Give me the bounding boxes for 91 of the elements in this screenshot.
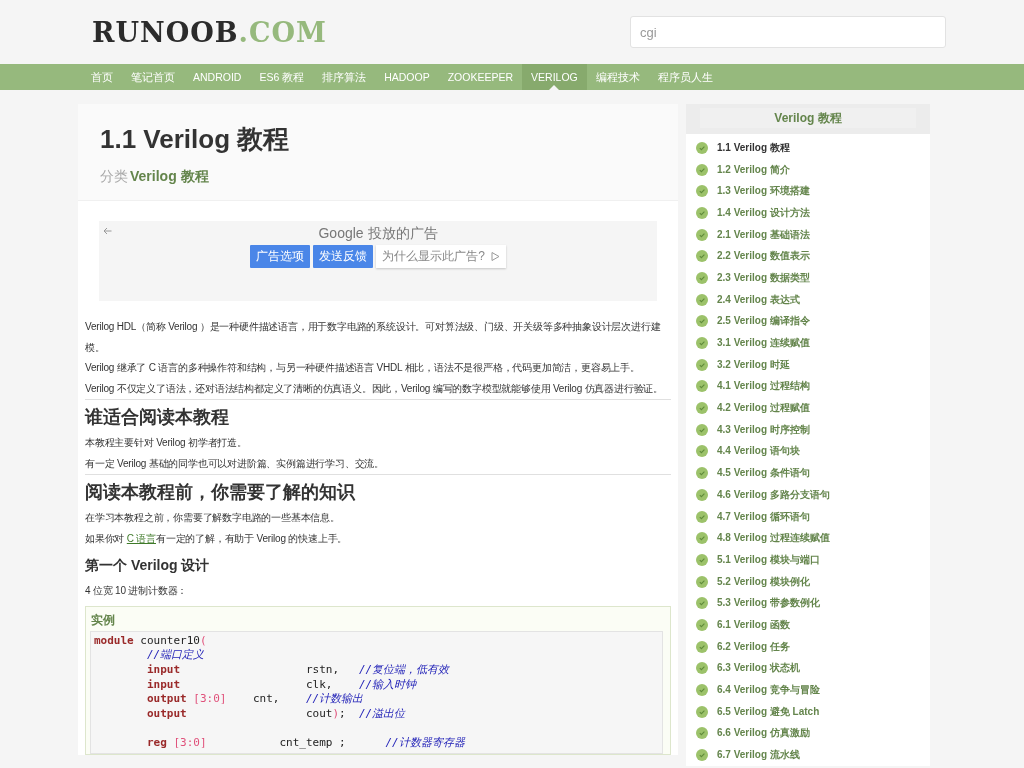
sidebar-link[interactable]: 1.2 Verilog 简介 xyxy=(717,162,790,177)
play-icon xyxy=(490,252,500,261)
check-icon xyxy=(696,358,708,371)
sidebar-link[interactable]: 1.3 Verilog 环境搭建 xyxy=(717,184,810,199)
sidebar-link[interactable]: 4.2 Verilog 过程赋值 xyxy=(717,401,810,416)
sidebar-link[interactable]: 6.2 Verilog 任务 xyxy=(717,639,790,654)
sidebar-link[interactable]: 3.2 Verilog 时延 xyxy=(717,357,790,372)
sidebar-link[interactable]: 6.6 Verilog 仿真激励 xyxy=(717,726,810,741)
check-icon xyxy=(696,185,708,198)
category-label: 分类 xyxy=(100,168,128,186)
check-icon xyxy=(696,228,708,241)
check-icon xyxy=(696,510,708,523)
c-language-link[interactable]: C 语言 xyxy=(126,532,156,544)
search-field[interactable]: cgi xyxy=(630,16,946,48)
paragraph: Verilog 不仅定义了语法，还对语法结构都定义了清晰的仿真语义。因此，Verilog 编写的数字模型就能够使用 Verilog 仿真器进行验证。 xyxy=(85,381,665,396)
example-label: 实例 xyxy=(91,611,116,629)
sidebar-link[interactable]: 2.5 Verilog 编译指令 xyxy=(717,314,810,329)
back-arrow-icon[interactable] xyxy=(103,227,112,235)
check-icon xyxy=(696,727,708,740)
subsection-heading: 第一个 Verilog 设计 xyxy=(85,556,211,575)
check-icon xyxy=(696,206,708,219)
ad-title: Google 投放的广告 xyxy=(318,225,438,241)
code-line: reg [3:0] cnt_temp ; //计数器寄存器 xyxy=(145,736,467,751)
sidebar-link[interactable]: 3.1 Verilog 连续赋值 xyxy=(717,336,810,351)
code-line: output cout); //溢出位 xyxy=(145,706,407,722)
sidebar-link[interactable]: 5.3 Verilog 带参数例化 xyxy=(717,596,820,611)
sidebar-link[interactable]: 6.7 Verilog 流水线 xyxy=(717,748,800,763)
sidebar-link[interactable]: 5.2 Verilog 模块例化 xyxy=(717,574,810,589)
sidebar-link[interactable]: 6.3 Verilog 状态机 xyxy=(717,661,800,676)
check-icon xyxy=(696,684,708,697)
code-line: module counter10( xyxy=(94,633,208,649)
check-icon xyxy=(696,640,708,653)
ad-button[interactable]: 发送反馈 xyxy=(313,245,374,268)
why-ad-button[interactable]: 为什么显示此广告? xyxy=(376,245,506,268)
check-icon xyxy=(696,618,708,631)
sidebar-link[interactable]: 2.3 Verilog 数据类型 xyxy=(717,270,810,285)
check-icon xyxy=(696,575,708,588)
check-icon xyxy=(696,467,708,480)
sidebar-link[interactable]: 4.5 Verilog 条件语句 xyxy=(717,466,810,481)
category-link[interactable]: Verilog 教程 xyxy=(130,168,209,186)
sidebar-link[interactable]: 1.4 Verilog 设计方法 xyxy=(717,205,810,220)
check-icon xyxy=(696,749,708,762)
sidebar-link[interactable]: 2.1 Verilog 基础语法 xyxy=(717,227,810,242)
sidebar-link[interactable]: 1.1 Verilog 教程 xyxy=(717,140,790,155)
page-title: 1.1 Verilog 教程 xyxy=(100,123,291,156)
check-icon xyxy=(696,141,708,154)
check-icon xyxy=(696,402,708,415)
sidebar-link[interactable]: 2.4 Verilog 表达式 xyxy=(717,292,800,307)
section-heading: 谁适合阅读本教程 xyxy=(85,399,671,433)
check-icon xyxy=(696,293,708,306)
check-icon xyxy=(696,163,708,176)
sidebar-link[interactable]: 6.5 Verilog 避免 Latch xyxy=(717,704,820,719)
paragraph: 有一定 Verilog 基础的同学也可以对进阶篇、实例篇进行学习、交流。 xyxy=(85,456,385,471)
sidebar-link[interactable]: 5.1 Verilog 模块与端口 xyxy=(717,552,820,567)
check-icon xyxy=(696,315,708,328)
sidebar-link[interactable]: 4.8 Verilog 过程连续赋值 xyxy=(717,531,830,546)
sidebar-link[interactable]: 6.1 Verilog 函数 xyxy=(717,617,790,632)
sidebar-link[interactable]: 4.4 Verilog 语句块 xyxy=(717,444,800,459)
check-icon xyxy=(696,553,708,566)
paragraph: 如果你对 C 语言有一定的了解，有助于 Verilog 的快速上手。 xyxy=(85,531,349,546)
sidebar-link[interactable]: 4.1 Verilog 过程结构 xyxy=(717,379,810,394)
sidebar-link[interactable]: 2.2 Verilog 数值表示 xyxy=(717,249,810,264)
paragraph: Verilog 继承了 C 语言的多种操作符和结构，与另一种硬件描述语言 VHDL 相比，语法不是很严格，代码更加简洁，更容易上手。 xyxy=(85,361,641,375)
sidebar-link[interactable]: 4.6 Verilog 多路分支语句 xyxy=(717,487,830,502)
ad-button[interactable]: 广告选项 xyxy=(250,245,311,268)
sidebar-link[interactable]: 4.3 Verilog 时序控制 xyxy=(717,422,810,437)
check-icon xyxy=(696,271,708,284)
section-heading: 阅读本教程前，你需要了解的知识 xyxy=(85,474,671,508)
check-icon xyxy=(696,337,708,350)
code-line: input rstn, //复位端，低有效 xyxy=(145,662,451,678)
paragraph: 本教程主要针对 Verilog 初学者打造。 xyxy=(85,436,248,450)
check-icon xyxy=(696,532,708,545)
code-line: output [3:0] cnt, //计数输出 xyxy=(145,692,365,707)
check-icon xyxy=(696,380,708,393)
sidebar-link[interactable]: 6.4 Verilog 竞争与冒险 xyxy=(717,683,820,698)
code-line: //端口定义 xyxy=(145,648,206,663)
check-icon xyxy=(696,423,708,436)
check-icon xyxy=(696,445,708,458)
paragraph: 在学习本教程之前，你需要了解数字电路的一些基本信息。 xyxy=(85,511,341,525)
check-icon xyxy=(696,488,708,501)
check-icon xyxy=(696,705,708,718)
code-line: input clk, //输入时钟 xyxy=(145,677,418,693)
check-icon xyxy=(696,662,708,675)
site-logo[interactable]: RUNOOB.COM xyxy=(92,16,327,48)
paragraph: Verilog HDL（简称 Verilog ）是一种硬件描述语言，用于数字电路的系统设计。可对算法级、门级、开关级等多种抽象设计层次进行建模。 xyxy=(85,320,662,355)
sidebar-title: Verilog 教程 xyxy=(700,108,916,128)
nav-tab[interactable]: VERILOG xyxy=(522,64,587,90)
check-icon xyxy=(696,597,708,610)
sidebar-link[interactable]: 4.7 Verilog 循环语句 xyxy=(717,509,810,524)
check-icon xyxy=(696,250,708,263)
paragraph: 4 位宽 10 进制计数器： xyxy=(85,584,189,598)
